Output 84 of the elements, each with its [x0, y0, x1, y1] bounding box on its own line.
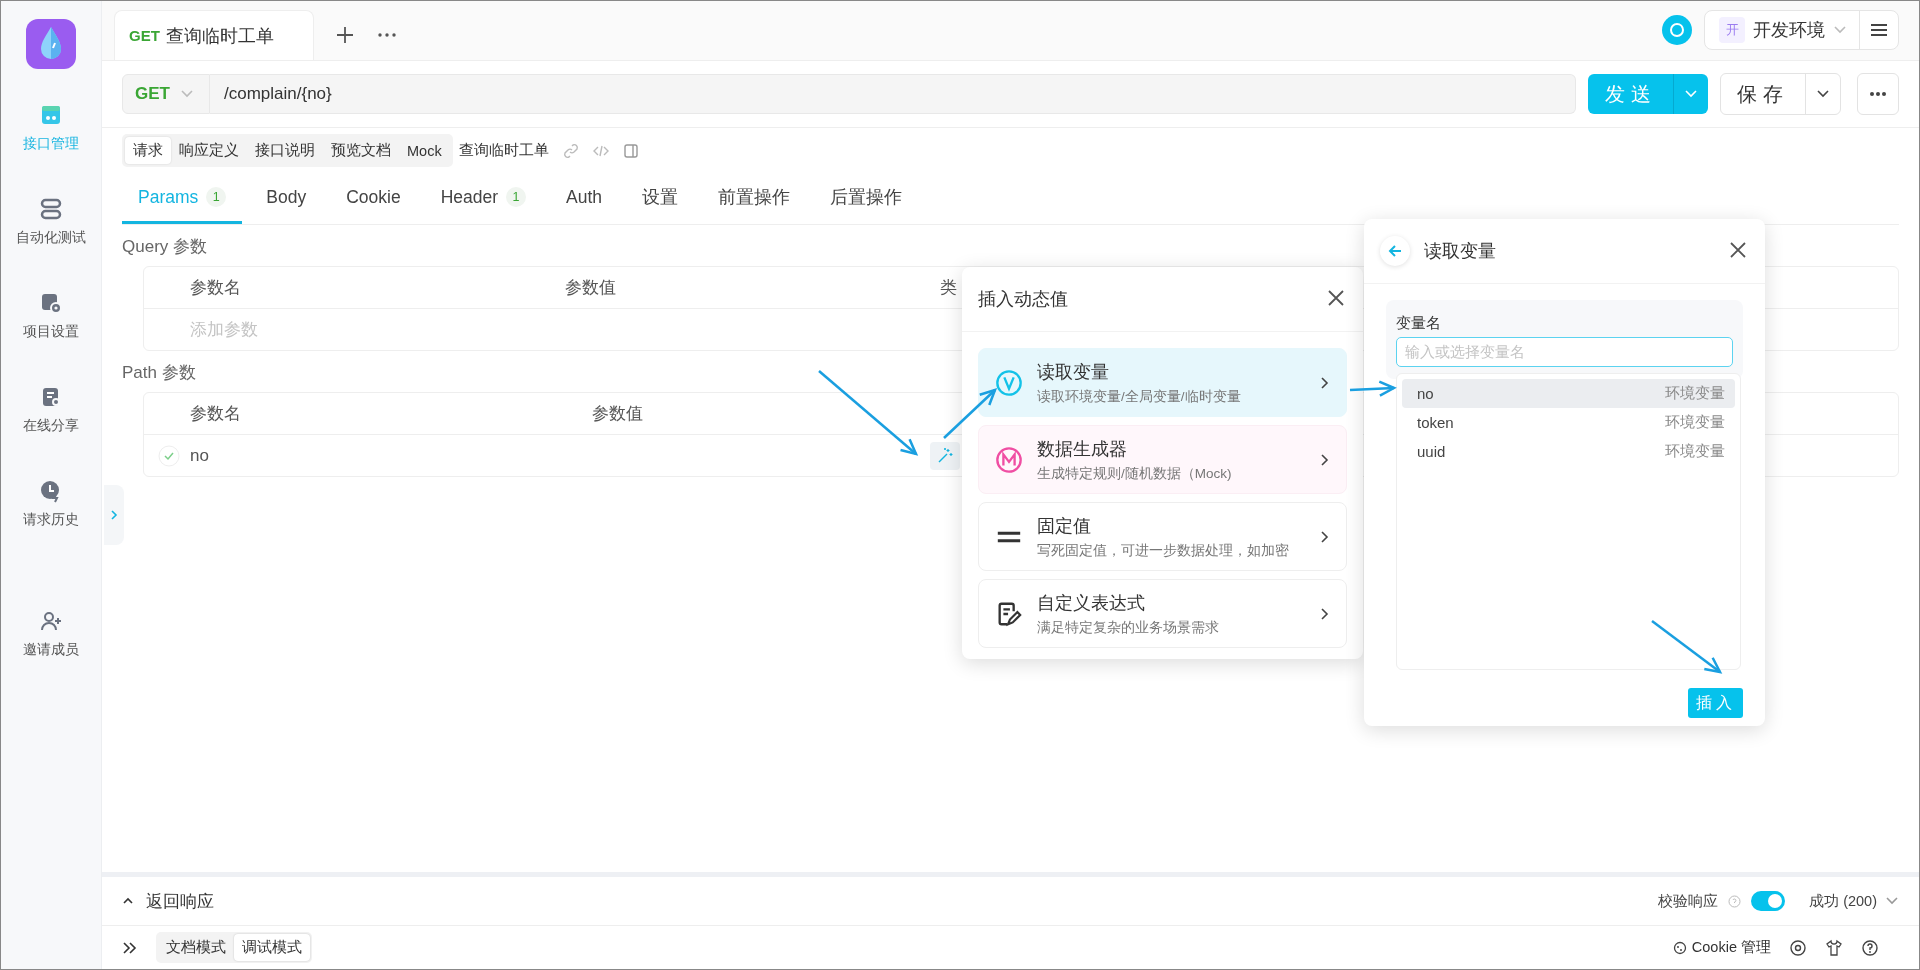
dynamic-value-option[interactable]: 数据生成器 生成特定规则/随机数据（Mock)	[978, 425, 1347, 494]
params-tab[interactable]: Cookie	[330, 175, 417, 224]
option-title: 数据生成器	[1037, 437, 1128, 461]
sidebar-item[interactable]: 项目设置	[23, 291, 79, 385]
params-tab[interactable]: Body	[250, 175, 323, 224]
option-title: 固定值	[1037, 514, 1092, 538]
column-header: 参数值	[565, 277, 616, 299]
sidebar-item-icon	[39, 291, 63, 315]
segment-tab[interactable]: Mock	[399, 137, 450, 164]
section-title: Path 参数	[122, 362, 196, 384]
column-header: 参数名	[190, 403, 241, 425]
sidebar-item[interactable]: 自动化测试	[16, 197, 86, 291]
popover-title: 插入动态值	[978, 288, 1068, 311]
sidebar-item[interactable]: 请求历史	[23, 479, 79, 573]
api-name: 查询临时工单	[458, 141, 549, 160]
expand-sidebar-button[interactable]	[104, 485, 124, 545]
variable-option[interactable]: uuid 环境变量	[1402, 437, 1735, 466]
count-badge: 1	[506, 187, 527, 207]
params-tab[interactable]: 设置	[626, 175, 695, 224]
panel-icon[interactable]	[622, 142, 639, 159]
sidebar-item[interactable]: 在线分享	[23, 385, 79, 479]
environment-badge: 开	[1719, 17, 1745, 43]
cookie-button[interactable]: Cookie 管理	[1672, 938, 1771, 957]
check-icon[interactable]	[158, 444, 180, 467]
segment-tab[interactable]: 请求	[125, 137, 171, 164]
segment-tab[interactable]: 响应定义	[171, 137, 247, 164]
shirt-icon[interactable]	[1825, 938, 1843, 957]
segment-tab[interactable]: 接口说明	[247, 137, 323, 164]
mode-tab[interactable]: 调试模式	[234, 934, 310, 961]
cookie-icon	[1672, 940, 1687, 955]
section-title: Query 参数	[122, 236, 208, 258]
plus-icon[interactable]	[334, 24, 356, 46]
link-icon[interactable]	[562, 142, 579, 159]
v-circle-icon	[995, 368, 1023, 397]
variable-option[interactable]: token 环境变量	[1402, 408, 1735, 437]
option-description: 写死固定值，可进一步数据处理，如加密	[1037, 541, 1290, 560]
annotation-arrow	[943, 388, 998, 439]
column-header: 参数名	[190, 277, 241, 299]
option-title: 自定义表达式	[1037, 591, 1146, 615]
sidebar-item-icon	[39, 103, 63, 127]
column-header: 类	[940, 277, 957, 299]
sidebar-item-icon	[39, 609, 63, 633]
option-title: 读取变量	[1037, 360, 1110, 384]
option-description: 读取环境变量/全局变量/临时变量	[1037, 387, 1242, 406]
params-tab[interactable]: Header 1	[424, 175, 543, 224]
sync-icon[interactable]	[1662, 15, 1692, 45]
annotation-arrow	[1349, 380, 1397, 397]
dynamic-value-option[interactable]: 读取变量 读取环境变量/全局变量/临时变量	[978, 348, 1347, 417]
params-tab[interactable]: 前置操作	[702, 175, 807, 224]
param-name: no	[190, 445, 209, 466]
field-label: 变量名	[1396, 314, 1442, 333]
status-select[interactable]: 成功 (200)	[1809, 891, 1899, 911]
tab-title: 查询临时工单	[165, 24, 274, 48]
method-label: GET	[129, 27, 160, 44]
url-field[interactable]: /complain/{no}	[210, 74, 1576, 114]
chevron-right-icon	[110, 509, 118, 521]
m-circle-icon	[995, 445, 1023, 474]
sidebar-item-icon	[39, 197, 63, 221]
dynamic-value-option[interactable]: 自定义表达式 满足特定复杂的业务场景需求	[978, 579, 1347, 648]
response-toggle[interactable]: 返回响应	[122, 889, 214, 913]
panel-title: 读取变量	[1424, 240, 1496, 263]
validate-switch[interactable]	[1751, 891, 1786, 911]
help-icon[interactable]	[1861, 938, 1879, 957]
request-tab[interactable]: GET 查询临时工单	[114, 10, 314, 60]
water-drop-logo	[26, 19, 76, 69]
target-icon[interactable]	[1789, 938, 1807, 957]
count-badge: 1	[206, 187, 227, 207]
sidebar-item[interactable]: 邀请成员	[23, 609, 79, 703]
annotation-arrow	[1651, 620, 1723, 674]
dynamic-value-option[interactable]: 固定值 写死固定值，可进一步数据处理，如加密	[978, 502, 1347, 571]
validate-label: 校验响应	[1658, 891, 1719, 911]
magic-wand-icon[interactable]	[930, 441, 960, 470]
option-description: 生成特定规则/随机数据（Mock)	[1037, 464, 1233, 483]
variable-option[interactable]: no 环境变量	[1402, 379, 1735, 408]
mode-tab[interactable]: 文档模式	[158, 934, 234, 961]
params-tab[interactable]: Auth	[550, 175, 619, 224]
more-icon[interactable]	[1857, 73, 1899, 115]
params-tab[interactable]: 后置操作	[814, 175, 919, 224]
column-header: 参数值	[592, 403, 643, 425]
option-description: 满足特定复杂的业务场景需求	[1037, 618, 1220, 637]
environment-name: 开发环境	[1753, 19, 1825, 42]
segment-tab[interactable]: 预览文档	[323, 137, 399, 164]
add-param-field[interactable]: 添加参数	[190, 319, 390, 340]
double-chevron-icon[interactable]	[122, 940, 138, 955]
